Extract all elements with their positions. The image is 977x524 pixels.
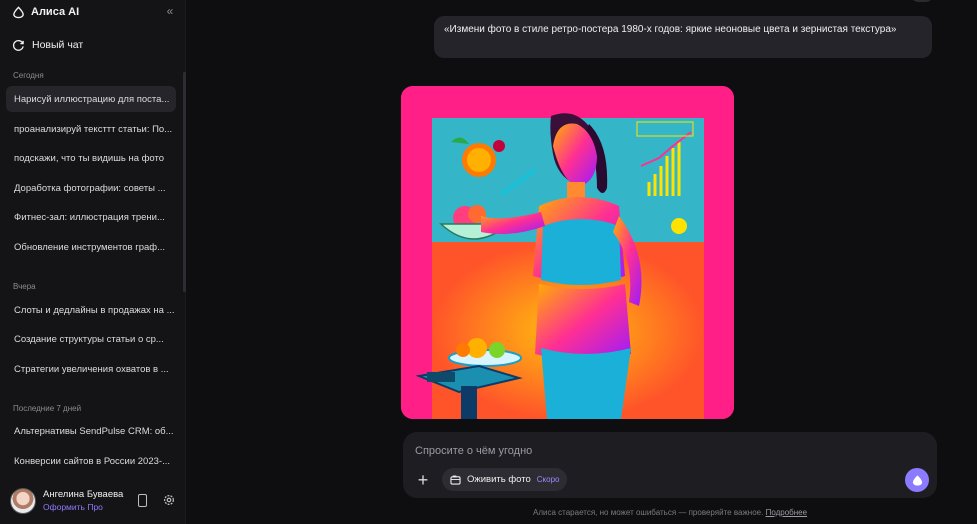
- user-name: Ангелина Буваева: [43, 489, 124, 500]
- new-chat-button[interactable]: Новый чат: [12, 36, 83, 54]
- upgrade-pro-link[interactable]: Оформить Про: [43, 502, 103, 512]
- sidebar-scrollbar[interactable]: [183, 72, 186, 292]
- brand[interactable]: Алиса AI: [12, 4, 79, 20]
- avatar[interactable]: [10, 488, 36, 514]
- brand-title: Алиса AI: [31, 6, 80, 18]
- alice-voice-button[interactable]: [905, 468, 929, 492]
- user-profile[interactable]: Ангелина Буваева Оформить Про: [10, 486, 180, 516]
- details-link[interactable]: Подробнее: [766, 508, 808, 517]
- generated-image[interactable]: [401, 86, 734, 419]
- chat-history-item[interactable]: Конверсии сайтов в России 2023-...: [6, 448, 176, 474]
- user-message-bubble: «Измени фото в стиле ретро-постера 1980-…: [434, 16, 932, 58]
- section-last-7-days-title: Последние 7 дней: [13, 404, 82, 413]
- retro-poster-illustration: [401, 86, 734, 419]
- alice-logo-icon: [13, 5, 24, 18]
- new-chat-label: Новый чат: [32, 39, 84, 51]
- scrolled-message-edge: [909, 0, 935, 2]
- gear-icon[interactable]: [162, 493, 176, 507]
- chat-history-item[interactable]: подскажи, что ты видишь на фото: [6, 145, 176, 171]
- add-attachment-icon[interactable]: +: [415, 471, 431, 489]
- chat-history-item[interactable]: проанализируй тексттт статьи: По...: [6, 116, 176, 142]
- new-chat-icon: [12, 39, 24, 51]
- alice-logo-icon: [912, 474, 922, 486]
- chat-history-item[interactable]: Создание структуры статьи о ср...: [6, 326, 176, 352]
- disclaimer: Алиса старается, но может ошибаться — пр…: [533, 508, 807, 517]
- message-composer: + Оживить фото Скоро: [403, 432, 937, 498]
- chat-history-item[interactable]: Фитнес-зал: иллюстрация трени...: [6, 204, 176, 230]
- collapse-sidebar-icon[interactable]: «: [163, 4, 177, 18]
- chat-history-item[interactable]: Альтернативы SendPulse CRM: об...: [6, 418, 176, 444]
- chat-history-item[interactable]: Нарисуй иллюстрацию для поста...: [6, 86, 176, 112]
- chat-history-item[interactable]: Обновление инструментов граф...: [6, 234, 176, 260]
- chat-history-item[interactable]: Слоты и дедлайны в продажах на ...: [6, 297, 176, 323]
- prompt-input[interactable]: [415, 442, 855, 460]
- chat-area: «Измени фото в стиле ретро-постера 1980-…: [187, 0, 977, 524]
- photo-icon: [450, 475, 461, 485]
- soon-badge: Скоро: [536, 475, 560, 484]
- chat-history-item[interactable]: Доработка фотографии: советы ...: [6, 175, 176, 201]
- sidebar: Алиса AI « Новый чат Сегодня Нарисуй илл…: [0, 0, 186, 524]
- section-today-title: Сегодня: [13, 71, 44, 80]
- phone-icon[interactable]: [138, 494, 147, 507]
- revive-photo-button[interactable]: Оживить фото Скоро: [442, 468, 568, 491]
- chat-history-item[interactable]: Стратегии увеличения охватов в ...: [6, 356, 176, 382]
- section-yesterday-title: Вчера: [13, 282, 36, 291]
- disclaimer-text: Алиса старается, но может ошибаться — пр…: [533, 508, 764, 517]
- revive-photo-label: Оживить фото: [467, 474, 531, 485]
